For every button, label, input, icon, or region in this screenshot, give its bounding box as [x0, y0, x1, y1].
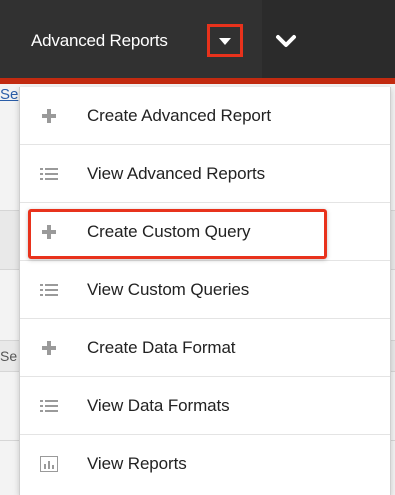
top-navbar: Advanced Reports [0, 0, 395, 78]
menu-item-label: View Advanced Reports [87, 164, 266, 183]
more-tabs-button[interactable] [270, 28, 302, 54]
background-row-text: Se [0, 348, 17, 364]
menu-item-view-advanced-reports[interactable]: View Advanced Reports [20, 145, 390, 203]
nav-tab-label: Advanced Reports [31, 31, 168, 50]
menu-item-create-advanced-report[interactable]: Create Advanced Report [20, 87, 390, 145]
list-icon [40, 397, 58, 415]
menu-item-label: Create Advanced Report [87, 106, 271, 125]
menu-item-label: View Reports [87, 454, 187, 473]
chevron-down-icon [276, 35, 296, 47]
menu-item-view-reports[interactable]: View Reports [20, 435, 390, 493]
menu-item-label: View Custom Queries [87, 280, 250, 299]
plus-icon [40, 339, 58, 357]
menu-item-label: View Data Formats [87, 396, 230, 415]
caret-down-icon [219, 38, 231, 45]
menu-item-view-custom-queries[interactable]: View Custom Queries [20, 261, 390, 319]
menu-item-label: Create Data Format [87, 338, 236, 357]
advanced-reports-dropdown-toggle[interactable] [207, 24, 243, 57]
menu-item-label: Create Custom Query [87, 222, 251, 241]
list-icon [40, 165, 58, 183]
plus-icon [40, 107, 58, 125]
nav-underline [0, 78, 395, 84]
plus-icon [40, 223, 58, 241]
menu-item-view-data-formats[interactable]: View Data Formats [20, 377, 390, 435]
nav-tab-advanced-reports[interactable]: Advanced Reports [0, 0, 262, 78]
background-link[interactable]: Se [0, 84, 20, 106]
list-icon [40, 281, 58, 299]
advanced-reports-dropdown-menu: Create Advanced Report View Advanced Rep… [19, 87, 391, 495]
menu-item-create-data-format[interactable]: Create Data Format [20, 319, 390, 377]
menu-item-create-custom-query[interactable]: Create Custom Query [20, 203, 390, 261]
bar-chart-icon [40, 455, 58, 473]
